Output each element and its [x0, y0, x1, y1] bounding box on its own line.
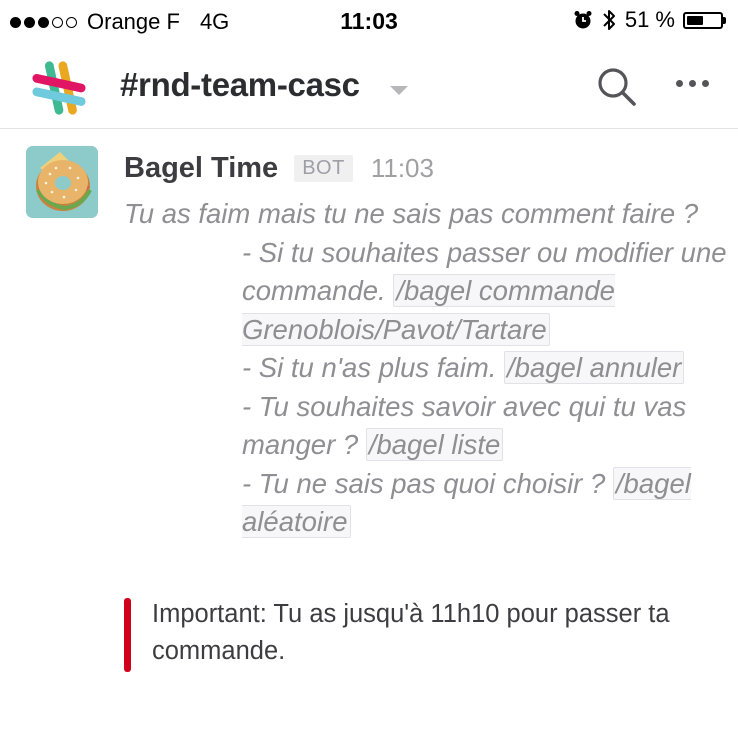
- avatar[interactable]: [26, 146, 98, 218]
- message-line: - Tu souhaites savoir avec qui tu vas ma…: [242, 390, 687, 461]
- message-line: - Si tu n'as plus faim. /bagel annuler: [124, 349, 728, 388]
- message-attachment: Important: Tu as jusqu'à 11h10 pour pass…: [124, 596, 728, 672]
- bot-badge: BOT: [294, 155, 353, 182]
- command-snippet: /bagel liste: [365, 428, 504, 461]
- message-line: - Si tu souhaites passer ou modifier une…: [242, 236, 727, 346]
- more-options-icon[interactable]: [674, 74, 711, 93]
- message-timestamp: 11:03: [370, 153, 434, 183]
- attachment-text: Important: Tu as jusqu'à 11h10 pour pass…: [152, 600, 670, 665]
- battery-percentage: 51 %: [624, 7, 675, 32]
- search-icon[interactable]: [596, 66, 638, 108]
- status-bar: Orange F 4G 11:03 51 %: [0, 0, 738, 44]
- message-header: Bagel Time BOT 11:03: [124, 152, 434, 185]
- battery-icon: [683, 11, 723, 29]
- chevron-down-icon[interactable]: [390, 86, 408, 95]
- channel-title[interactable]: #rnd-team-casc: [120, 66, 360, 104]
- sender-name[interactable]: Bagel Time: [124, 152, 278, 185]
- slack-logo-icon: [32, 61, 86, 115]
- message-body: Tu as faim mais tu ne sais pas comment f…: [124, 195, 728, 542]
- channel-header: #rnd-team-casc: [0, 44, 738, 129]
- bluetooth-icon: [603, 10, 615, 30]
- command-snippet: /bagel annuler: [504, 351, 685, 384]
- alarm-clock-icon: [574, 11, 592, 29]
- message-intro: Tu as faim mais tu ne sais pas comment f…: [124, 198, 699, 229]
- message-line: - Tu ne sais pas quoi choisir ? /bagel a…: [242, 466, 691, 538]
- attachment-color-bar: [124, 598, 131, 672]
- bagel-icon: [26, 146, 98, 218]
- status-right: 51 %: [573, 7, 726, 33]
